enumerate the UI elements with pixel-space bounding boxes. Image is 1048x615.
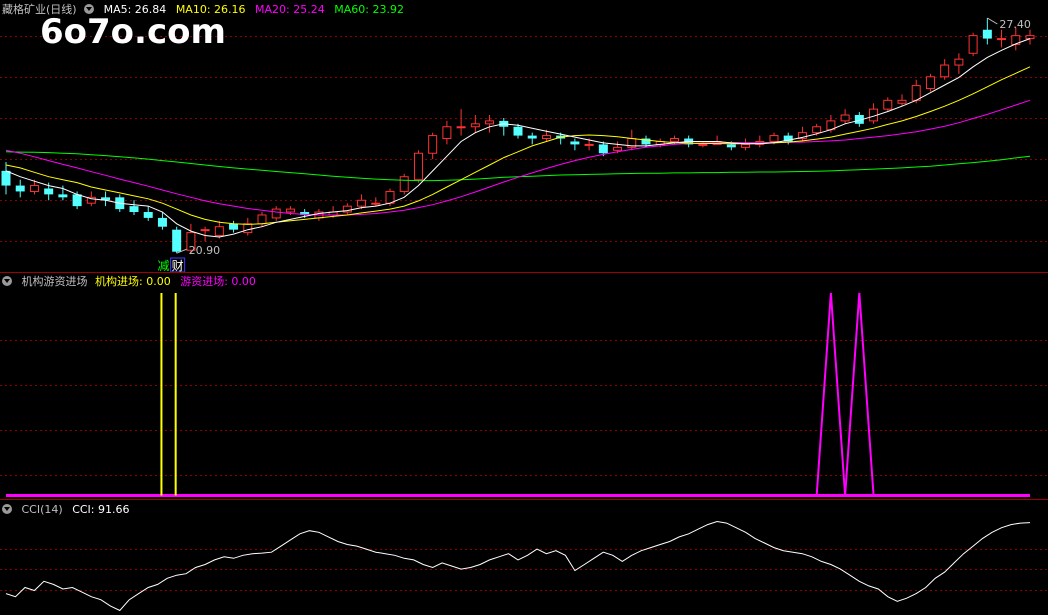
candle-body-up: [456, 126, 466, 129]
youzi-entry-label: 游资进场: 0.00: [180, 275, 256, 288]
low-price-label: 20.90: [189, 244, 221, 257]
candle-body-down: [513, 126, 523, 136]
candle-body-up: [925, 76, 935, 90]
price-labels: 27.40 20.90 减财: [157, 17, 1031, 273]
candle-body-up: [911, 85, 921, 101]
signal-lines: [6, 292, 1030, 497]
candle-body-up: [541, 135, 551, 140]
ma60-line: [5, 151, 1031, 182]
cci-series-line: [5, 520, 1031, 612]
candle-body-down: [172, 229, 182, 252]
candle-body-down: [72, 194, 82, 207]
candle-body-up: [357, 199, 367, 207]
high-pointer: [987, 17, 998, 25]
candlesticks: [1, 18, 1035, 254]
candle-body-up: [214, 226, 224, 237]
candle-body-up: [669, 138, 679, 142]
candle-body-up: [285, 208, 295, 213]
candle-body-down: [15, 185, 25, 192]
settings-circle-icon[interactable]: [2, 276, 12, 286]
candle-body-up: [954, 58, 964, 66]
candle-body-down: [1, 170, 11, 186]
candle-body-down: [44, 188, 54, 195]
candle-body-down: [598, 144, 608, 154]
candle-body-up: [257, 214, 267, 225]
candle-body-up: [883, 99, 893, 110]
candle-body-up: [271, 208, 281, 219]
cci-line: [5, 520, 1031, 612]
candle-body-up: [997, 38, 1007, 41]
chart-canvas[interactable]: 27.40 20.90 减财: [0, 0, 1048, 615]
cci-legend: CCI(14) CCI: 91.66: [2, 502, 136, 518]
candle-body-up: [584, 143, 594, 146]
cci-value-label: CCI: 91.66: [72, 503, 130, 516]
candle-body-up: [29, 185, 39, 192]
candle-body-up: [741, 143, 751, 148]
candle-body-up: [940, 64, 950, 78]
candle-body-down: [570, 141, 580, 145]
candle-body-up: [413, 152, 423, 181]
candle-body-down: [726, 144, 736, 148]
candle-body-up: [399, 176, 409, 192]
high-price-label: 27.40: [999, 18, 1030, 31]
indicator-title[interactable]: 机构游资进场: [22, 275, 88, 288]
candle-body-up: [769, 135, 779, 142]
candle-body-up: [698, 143, 708, 146]
candle-body-up: [485, 120, 495, 125]
candle-body-down: [157, 217, 167, 227]
pane-divider-1[interactable]: [0, 272, 1048, 273]
settings-circle-icon[interactable]: [2, 504, 12, 514]
candle-body-down: [129, 206, 139, 213]
grid-lines: [0, 36, 1048, 591]
ma60-label: MA60: 23.92: [334, 3, 404, 16]
candle-body-up: [840, 114, 850, 122]
candle-body-down: [527, 135, 537, 139]
candle-body-up: [428, 135, 438, 154]
marker-jian: 减: [157, 259, 169, 273]
candle-body-up: [385, 190, 395, 204]
cci-title[interactable]: CCI(14): [22, 503, 63, 516]
candle-body-down: [229, 223, 239, 230]
watermark-logo: 6o7o.com: [40, 12, 226, 52]
marker-cai: 财: [172, 259, 184, 273]
candle-body-up: [613, 146, 623, 151]
candle-body-up: [243, 223, 253, 234]
candle-body-up: [442, 126, 452, 140]
ma20-label: MA20: 25.24: [255, 3, 325, 16]
candle-body-up: [371, 202, 381, 205]
inst-entry-label: 机构进场: 0.00: [95, 275, 171, 288]
candle-body-up: [968, 35, 978, 54]
candle-body-up: [470, 123, 480, 128]
candle-body-down: [982, 29, 992, 39]
candle-body-down: [143, 212, 153, 218]
candle-body-up: [200, 229, 210, 232]
candle-body-up: [897, 99, 907, 104]
indicator-legend: 机构游资进场 机构进场: 0.00 游资进场: 0.00: [2, 274, 262, 290]
youzi-signal-spike: [844, 292, 875, 496]
candle-body-up: [812, 126, 822, 134]
candle-body-up: [1025, 35, 1035, 40]
candle-body-down: [58, 194, 68, 198]
pane-divider-2[interactable]: [0, 499, 1048, 500]
youzi-signal-spike: [815, 292, 847, 496]
